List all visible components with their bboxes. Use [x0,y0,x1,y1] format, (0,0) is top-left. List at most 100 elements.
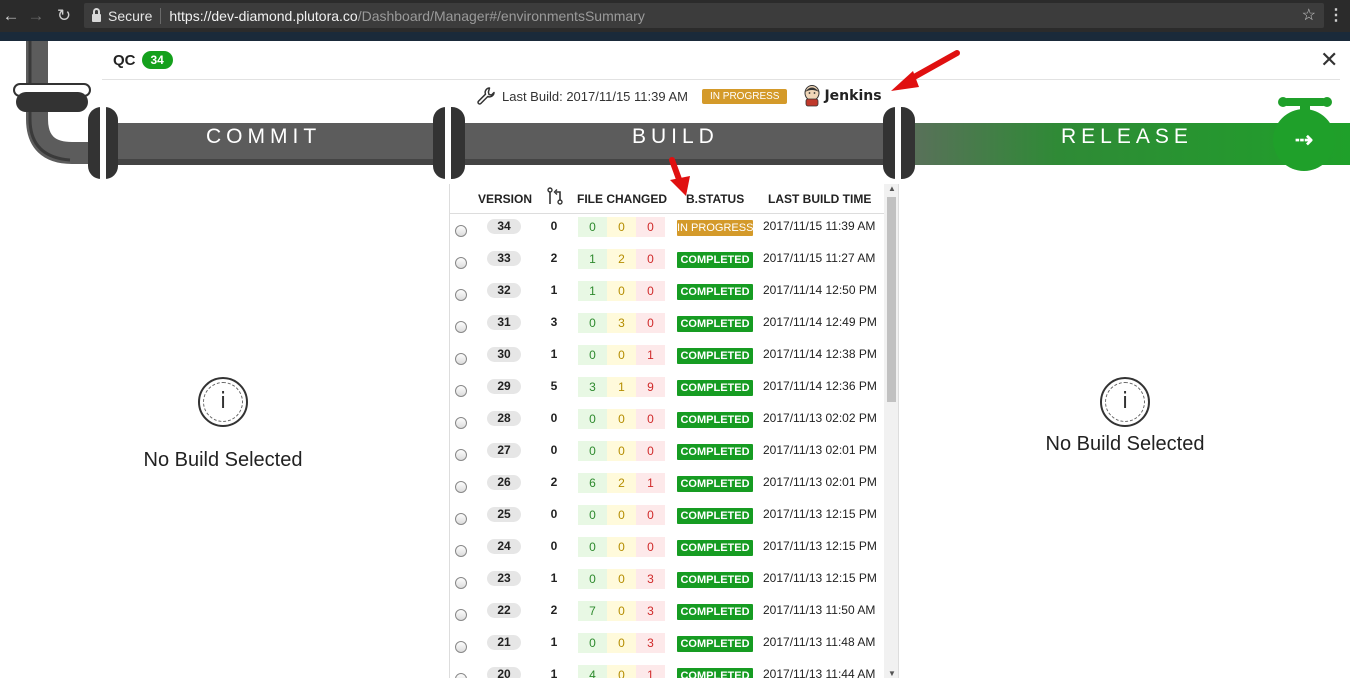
files-modified: 2 [607,473,636,493]
page-header-strip [0,32,1350,41]
files-deleted: 0 [636,409,665,429]
row-select-radio[interactable] [455,417,467,429]
last-build-time: 2017/11/13 02:01 PM [763,443,877,457]
row-select-radio[interactable] [455,481,467,493]
table-row[interactable]: 32 1 1 0 0 COMPLETED 2017/11/14 12:50 PM [450,278,884,310]
last-build-time: 2017/11/13 12:15 PM [763,539,877,553]
files-modified: 0 [607,345,636,365]
table-row[interactable]: 26 2 6 2 1 COMPLETED 2017/11/13 02:01 PM [450,470,884,502]
table-row[interactable]: 33 2 1 2 0 COMPLETED 2017/11/15 11:27 AM [450,246,884,278]
table-row[interactable]: 34 0 0 0 0 IN PROGRESS 2017/11/15 11:39 AM [450,214,884,246]
files-added: 0 [578,537,607,557]
last-build-time: 2017/11/15 11:39 AM [763,219,876,233]
table-row[interactable]: 27 0 0 0 0 COMPLETED 2017/11/13 02:01 PM [450,438,884,470]
build-status-badge: COMPLETED [677,380,753,396]
version-badge: 25 [487,507,521,522]
row-select-radio[interactable] [455,513,467,525]
files-deleted: 3 [636,569,665,589]
last-build-time: 2017/11/13 02:01 PM [763,475,877,489]
files-added: 0 [578,505,607,525]
col-version[interactable]: VERSION [478,192,532,206]
merge-count: 1 [550,283,558,297]
version-badge: 20 [487,667,521,678]
build-status-badge: COMPLETED [677,572,753,588]
scroll-down-icon[interactable]: ▼ [888,669,896,678]
build-status-badge: COMPLETED [677,348,753,364]
merge-count: 0 [550,507,558,521]
col-file-changed[interactable]: FILE CHANGED [577,192,667,206]
table-row[interactable]: 22 2 7 0 3 COMPLETED 2017/11/13 11:50 AM [450,598,884,630]
stage-commit[interactable]: COMMIT [206,125,321,149]
browser-toolbar: ← → ↻ Secure https://dev-diamond.plutora… [0,0,1350,32]
row-select-radio[interactable] [455,385,467,397]
stage-release[interactable]: RELEASE [1061,125,1193,149]
table-row[interactable]: 30 1 0 0 1 COMPLETED 2017/11/14 12:38 PM [450,342,884,374]
table-row[interactable]: 25 0 0 0 0 COMPLETED 2017/11/13 12:15 PM [450,502,884,534]
close-icon[interactable]: ✕ [1320,49,1338,71]
files-deleted: 0 [636,537,665,557]
row-select-radio[interactable] [455,545,467,557]
files-modified: 2 [607,249,636,269]
release-arrow-icon[interactable]: ⇢ [1273,109,1335,171]
lock-icon [92,7,101,22]
back-icon[interactable]: ← [0,3,24,29]
browser-menu-icon[interactable]: ⋮ [1328,5,1344,25]
scroll-thumb[interactable] [887,197,896,402]
files-added: 7 [578,601,607,621]
version-badge: 28 [487,411,521,426]
stage-build[interactable]: BUILD [632,125,719,149]
merge-count: 1 [550,635,558,649]
info-icon: i [1100,377,1150,427]
row-select-radio[interactable] [455,225,467,237]
table-row[interactable]: 20 1 4 0 1 COMPLETED 2017/11/13 11:44 AM [450,662,884,678]
merge-count: 0 [550,219,558,233]
files-modified: 0 [607,505,636,525]
build-status-badge: COMPLETED [677,668,753,678]
reload-icon[interactable]: ↻ [51,3,77,29]
address-bar[interactable]: Secure https://dev-diamond.plutora.co/Da… [84,3,1324,28]
table-row[interactable]: 24 0 0 0 0 COMPLETED 2017/11/13 12:15 PM [450,534,884,566]
row-select-radio[interactable] [455,449,467,461]
elbow-flange [16,92,88,112]
row-select-radio[interactable] [455,609,467,621]
url-host: https://dev-diamond.plutora.co [169,7,358,24]
merge-count: 1 [550,571,558,585]
files-deleted: 1 [636,345,665,365]
scroll-up-icon[interactable]: ▲ [888,184,896,193]
table-row[interactable]: 31 3 0 3 0 COMPLETED 2017/11/14 12:49 PM [450,310,884,342]
merge-count: 2 [550,475,558,489]
build-status-badge: COMPLETED [677,604,753,620]
files-added: 0 [578,217,607,237]
files-modified: 0 [607,569,636,589]
row-select-radio[interactable] [455,321,467,333]
build-status-badge: COMPLETED [677,636,753,652]
table-row[interactable]: 23 1 0 0 3 COMPLETED 2017/11/13 12:15 PM [450,566,884,598]
build-status-badge: COMPLETED [677,316,753,332]
bookmark-star-icon[interactable]: ☆ [1302,5,1316,25]
merge-count: 1 [550,347,558,361]
row-select-radio[interactable] [455,353,467,365]
version-badge: 34 [487,219,521,234]
environment-count-badge: 34 [141,51,173,69]
files-modified: 1 [607,377,636,397]
build-table: VERSION FILE CHANGED B.STATUS LAST BUILD… [449,184,899,678]
version-badge: 33 [487,251,521,266]
forward-icon[interactable]: → [23,3,49,29]
version-badge: 22 [487,603,521,618]
row-select-radio[interactable] [455,673,467,678]
col-last-build-time[interactable]: LAST BUILD TIME [768,192,871,206]
table-row[interactable]: 21 1 0 0 3 COMPLETED 2017/11/13 11:48 AM [450,630,884,662]
table-row[interactable]: 28 0 0 0 0 COMPLETED 2017/11/13 02:02 PM [450,406,884,438]
row-select-radio[interactable] [455,257,467,269]
row-select-radio[interactable] [455,577,467,589]
table-row[interactable]: 29 5 3 1 9 COMPLETED 2017/11/14 12:36 PM [450,374,884,406]
last-build-time: 2017/11/13 11:48 AM [763,635,876,649]
row-select-radio[interactable] [455,289,467,301]
row-select-radio[interactable] [455,641,467,653]
table-scrollbar[interactable]: ▲ ▼ [884,184,898,678]
merge-count: 1 [550,667,558,678]
files-modified: 0 [607,281,636,301]
wrench-icon [477,87,495,105]
environment-modal: QC 34 ✕ Last Build: 2017/11/15 11:39 AM … [0,41,1350,678]
merge-count: 0 [550,539,558,553]
